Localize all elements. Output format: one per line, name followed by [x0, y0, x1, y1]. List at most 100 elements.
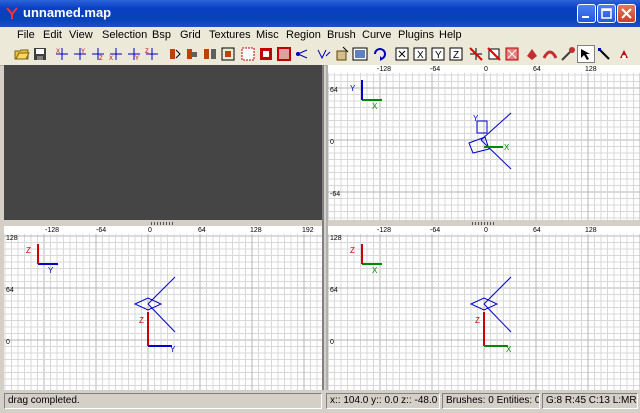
menu-edit[interactable]: Edit	[43, 29, 62, 41]
menu-bsp[interactable]: Bsp	[152, 29, 171, 41]
translucent-icon[interactable]	[524, 46, 540, 62]
csg-merge-icon[interactable]	[258, 46, 274, 62]
select-inside-icon[interactable]	[220, 46, 236, 62]
select-partial-tall-icon[interactable]	[202, 46, 218, 62]
tick-label: 128	[585, 227, 597, 234]
camera-change-view-icon[interactable]	[316, 46, 332, 62]
xy-grid: Y X X Y -128 -64 0 64 128 64 0 -64	[328, 65, 640, 220]
menu-misc[interactable]: Misc	[256, 29, 279, 41]
tick-label: 0	[330, 339, 334, 346]
status-bar: drag completed. x:: 104.0 y:: 0.0 z:: -4…	[0, 390, 640, 413]
svg-text:Z: Z	[145, 49, 149, 55]
patch-tesselate-icon[interactable]	[560, 46, 576, 62]
menu-grid[interactable]: Grid	[180, 29, 201, 41]
hollow-icon[interactable]	[276, 46, 292, 62]
tick-label: 64	[330, 287, 338, 294]
toggle-x-icon[interactable]: X	[412, 46, 428, 62]
toolbar: X Y Z X Y Z X Y Z	[0, 44, 640, 66]
tick-label: 128	[330, 235, 342, 242]
flip-z-icon[interactable]: Z	[90, 46, 106, 62]
flip-y-icon[interactable]: Y	[72, 46, 88, 62]
tick-label: -128	[377, 66, 391, 73]
title-bar[interactable]: unnamed.map	[0, 0, 640, 27]
svg-text:X: X	[109, 56, 113, 62]
drag-vertices-icon[interactable]	[596, 46, 612, 62]
window-title: unnamed.map	[23, 5, 112, 20]
svg-text:Y: Y	[81, 49, 85, 55]
menu-plugins[interactable]: Plugins	[398, 29, 434, 41]
flip-x-icon[interactable]: X	[54, 46, 70, 62]
svg-text:X: X	[56, 49, 60, 55]
camera-view[interactable]	[4, 65, 322, 220]
origin-y-label: Y	[170, 345, 176, 354]
save-file-icon[interactable]	[32, 46, 48, 62]
close-button[interactable]	[617, 4, 636, 23]
origin-z-label: Z	[475, 316, 480, 325]
tick-label: -64	[330, 191, 340, 198]
menu-brush[interactable]: Brush	[327, 29, 356, 41]
menu-region[interactable]: Region	[286, 29, 321, 41]
open-file-icon[interactable]	[14, 46, 30, 62]
rotate-y-icon[interactable]: Y	[126, 46, 142, 62]
patch-bend-icon[interactable]	[542, 46, 558, 62]
entity-tool-icon[interactable]	[616, 46, 632, 62]
splitter-handle[interactable]	[151, 222, 175, 225]
maximize-button[interactable]	[597, 4, 616, 23]
yz-side-view[interactable]: Z X Z X -128 -64 0 64 128 128 64 0	[328, 226, 640, 390]
splitter-handle[interactable]	[472, 222, 496, 225]
axis-label-h: X	[372, 102, 378, 111]
svg-text:Y: Y	[435, 50, 442, 61]
origin-x-label: X	[504, 143, 510, 152]
xz-front-view[interactable]: Z Y Z Y -128 -64 0 64 128 192 128 64 0	[4, 226, 322, 390]
no-faces-icon[interactable]	[486, 46, 502, 62]
csg-subtract-icon[interactable]	[240, 46, 256, 62]
tick-label: 64	[6, 287, 14, 294]
rotate-z-icon[interactable]: Z	[144, 46, 160, 62]
svg-text:Z: Z	[99, 56, 103, 62]
rotate-x-icon[interactable]: X	[108, 46, 124, 62]
toggle-y-icon[interactable]: Y	[430, 46, 446, 62]
toggle-z-icon[interactable]: Z	[448, 46, 464, 62]
tick-label: 192	[302, 227, 314, 234]
tick-label: -64	[96, 227, 106, 234]
tick-label: -128	[45, 227, 59, 234]
menu-selection[interactable]: Selection	[102, 29, 147, 41]
texture-lock-icon[interactable]	[352, 46, 368, 62]
yz-grid: Z X Z X -128 -64 0 64 128 128 64 0	[328, 226, 640, 390]
tick-label: 0	[484, 66, 488, 73]
tick-label: 128	[6, 235, 18, 242]
tick-label: -64	[430, 227, 440, 234]
svg-text:X: X	[417, 50, 424, 61]
menu-curve[interactable]: Curve	[362, 29, 391, 41]
tick-label: 0	[330, 139, 334, 146]
no-curves-icon[interactable]	[504, 46, 520, 62]
tick-label: 0	[484, 227, 488, 234]
menu-help[interactable]: Help	[439, 29, 462, 41]
select-brushes-icon[interactable]	[394, 46, 410, 62]
tick-label: 128	[250, 227, 262, 234]
minimize-button[interactable]	[577, 4, 596, 23]
origin-x-label: X	[506, 345, 512, 354]
xy-top-view[interactable]: Y X X Y -128 -64 0 64 128 64 0 -64	[328, 65, 640, 220]
tick-label: 0	[148, 227, 152, 234]
axis-label-v: Z	[26, 246, 31, 255]
no-patches-icon[interactable]	[468, 46, 484, 62]
select-touching-icon[interactable]	[184, 46, 200, 62]
tick-label: -64	[430, 66, 440, 73]
menu-bar: File Edit View Selection Bsp Grid Textur…	[0, 27, 640, 44]
view-change-icon[interactable]	[372, 46, 388, 62]
svg-text:Y: Y	[135, 56, 139, 62]
menu-textures[interactable]: Textures	[209, 29, 251, 41]
tick-label: 64	[198, 227, 206, 234]
tick-label: 0	[6, 339, 10, 346]
vertical-splitter[interactable]	[322, 65, 324, 390]
svg-text:Z: Z	[453, 50, 459, 61]
status-counts: Brushes: 0 Entities: 0	[442, 393, 540, 409]
status-message: drag completed.	[4, 393, 322, 409]
drag-edges-icon[interactable]	[577, 45, 595, 63]
menu-file[interactable]: File	[17, 29, 35, 41]
clipper-icon[interactable]	[294, 46, 310, 62]
cubic-clip-icon[interactable]	[334, 46, 350, 62]
select-complete-tall-icon[interactable]	[166, 46, 182, 62]
menu-view[interactable]: View	[69, 29, 93, 41]
